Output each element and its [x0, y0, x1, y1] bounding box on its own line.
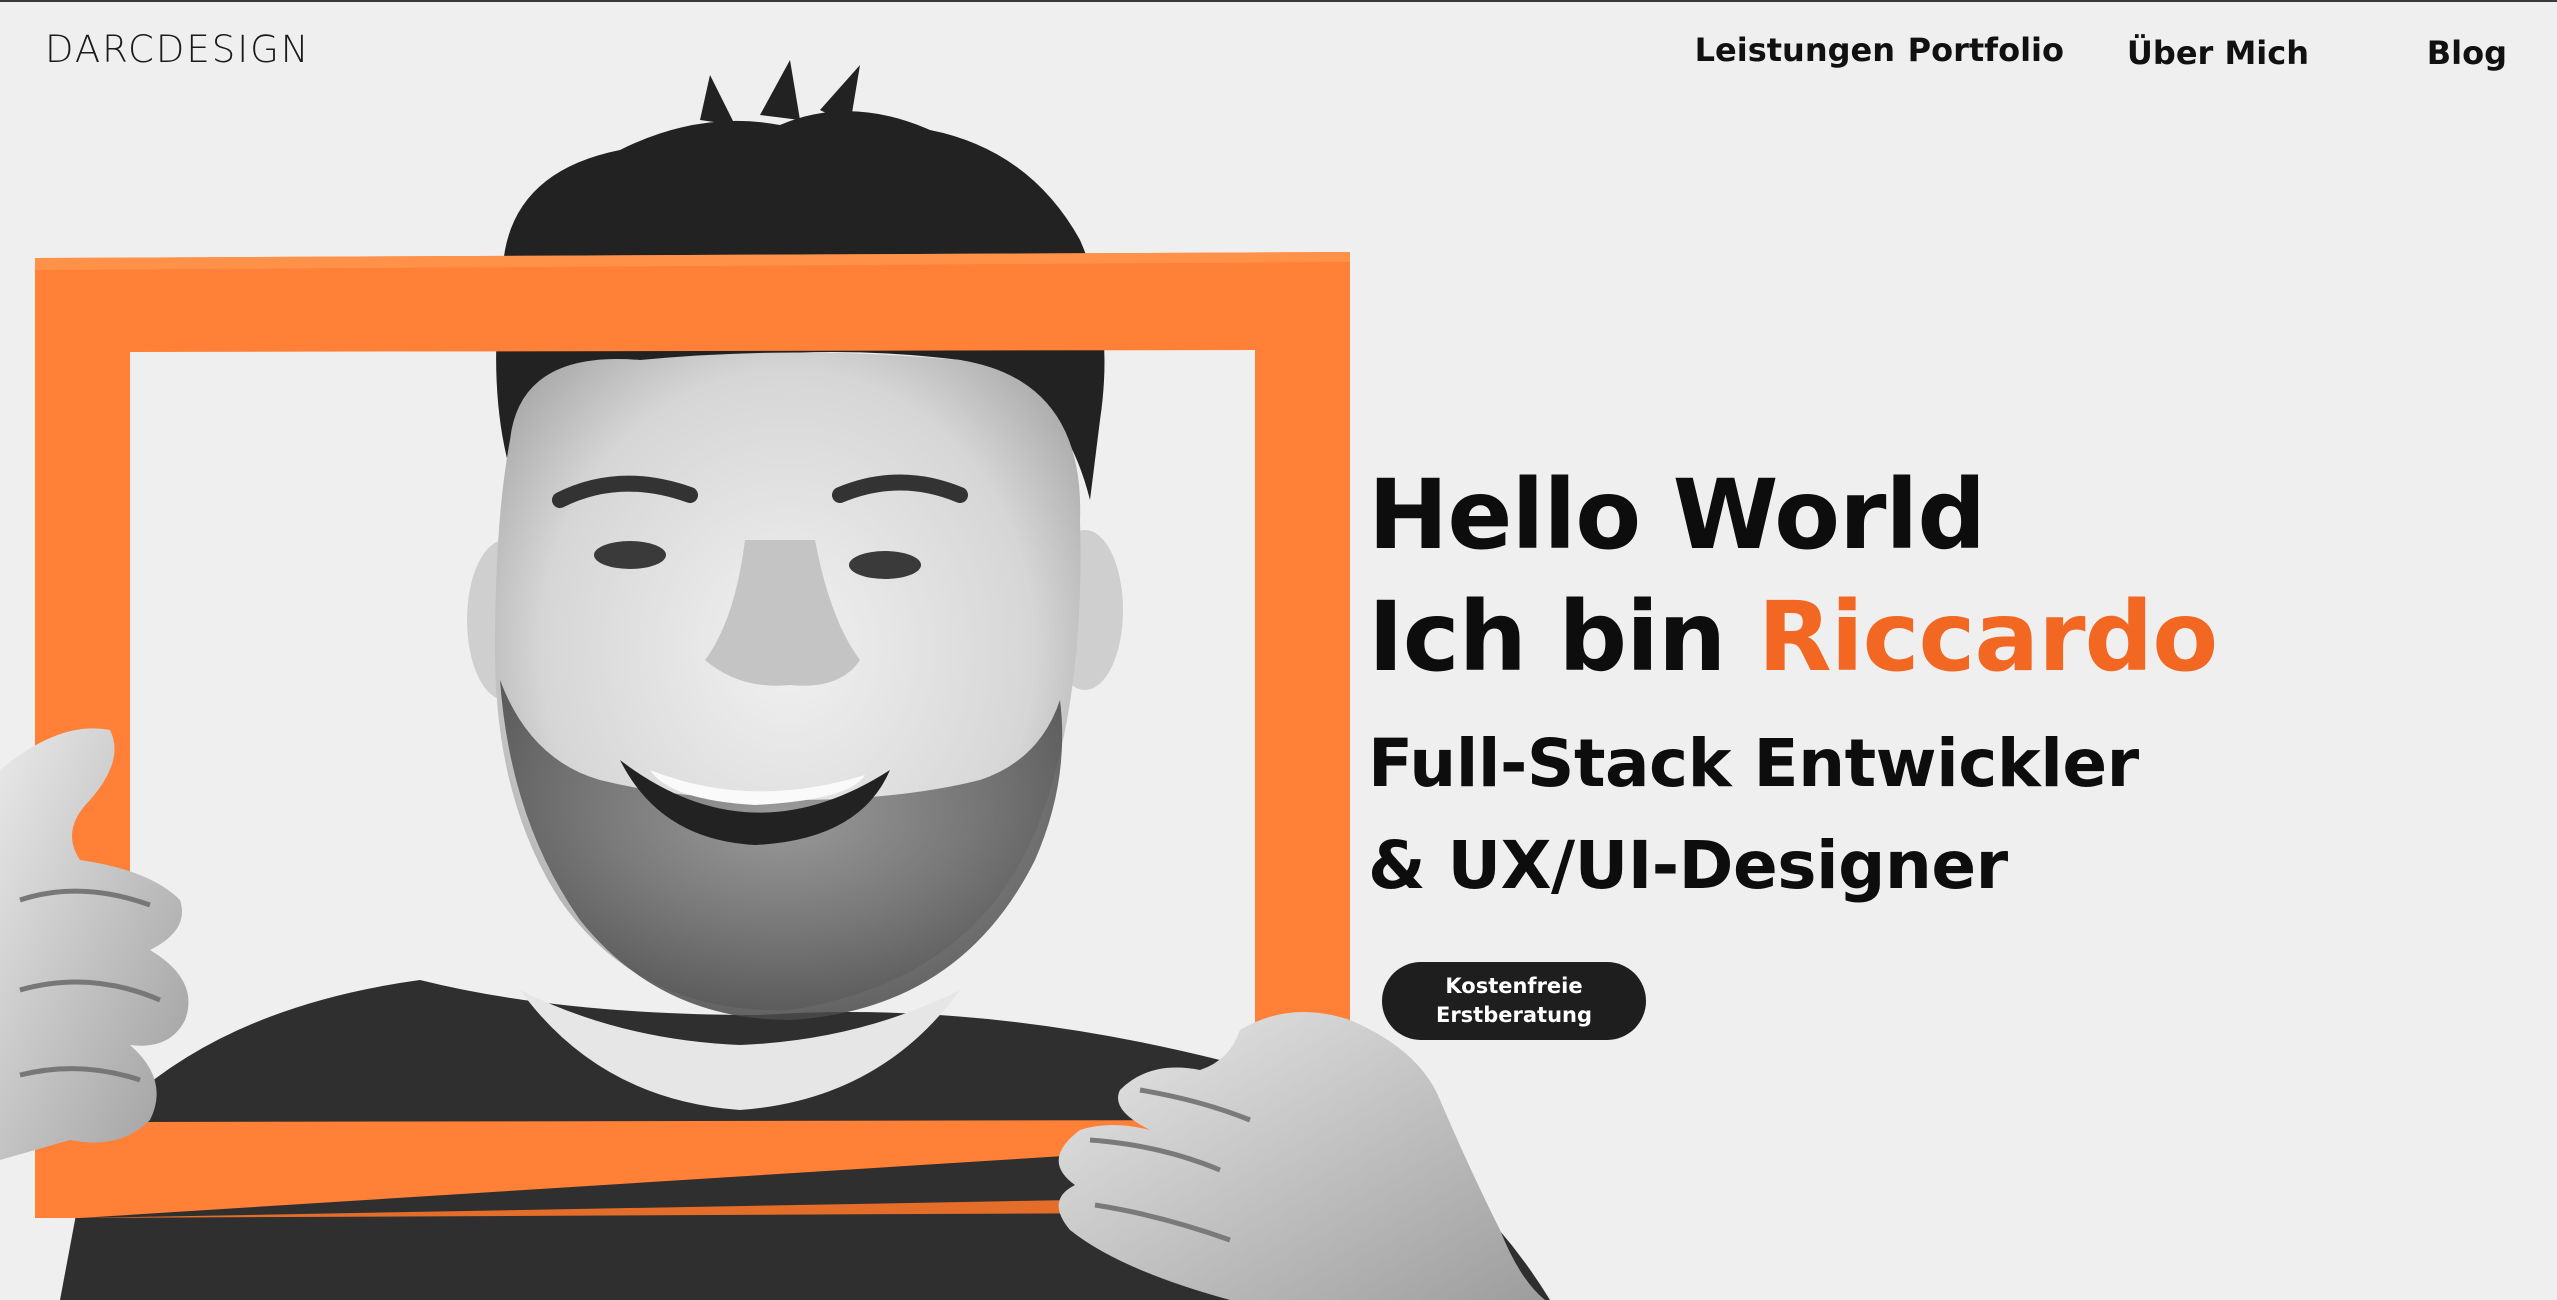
portrait-photo [0, 60, 1550, 1300]
hero-intro-prefix: Ich bin [1368, 581, 1758, 693]
site-logo[interactable]: DARCDESIGN [45, 30, 310, 70]
hero-name: Riccardo [1757, 581, 2218, 693]
hero-role-developer: Full-Stack Entwickler [1368, 725, 2139, 802]
free-consultation-button[interactable]: Kostenfreie Erstberatung [1382, 962, 1646, 1040]
nav-item-blog[interactable]: Blog [2427, 33, 2507, 73]
cta-line-1: Kostenfreie [1445, 974, 1583, 998]
landing-page: DARCDESIGN Leistungen Portfolio Über Mic… [0, 0, 2557, 1300]
hero-intro: Ich bin Riccardo [1368, 581, 2218, 693]
nav-item-ueber-mich[interactable]: Über Mich [2127, 33, 2309, 73]
nav-item-portfolio[interactable]: Portfolio [1908, 30, 2064, 70]
nav-item-leistungen[interactable]: Leistungen [1695, 30, 1895, 70]
cta-line-2: Erstberatung [1435, 1003, 1592, 1027]
hero-greeting: Hello World [1368, 459, 1986, 571]
hero-role-designer: & UX/UI-Designer [1368, 827, 2008, 904]
